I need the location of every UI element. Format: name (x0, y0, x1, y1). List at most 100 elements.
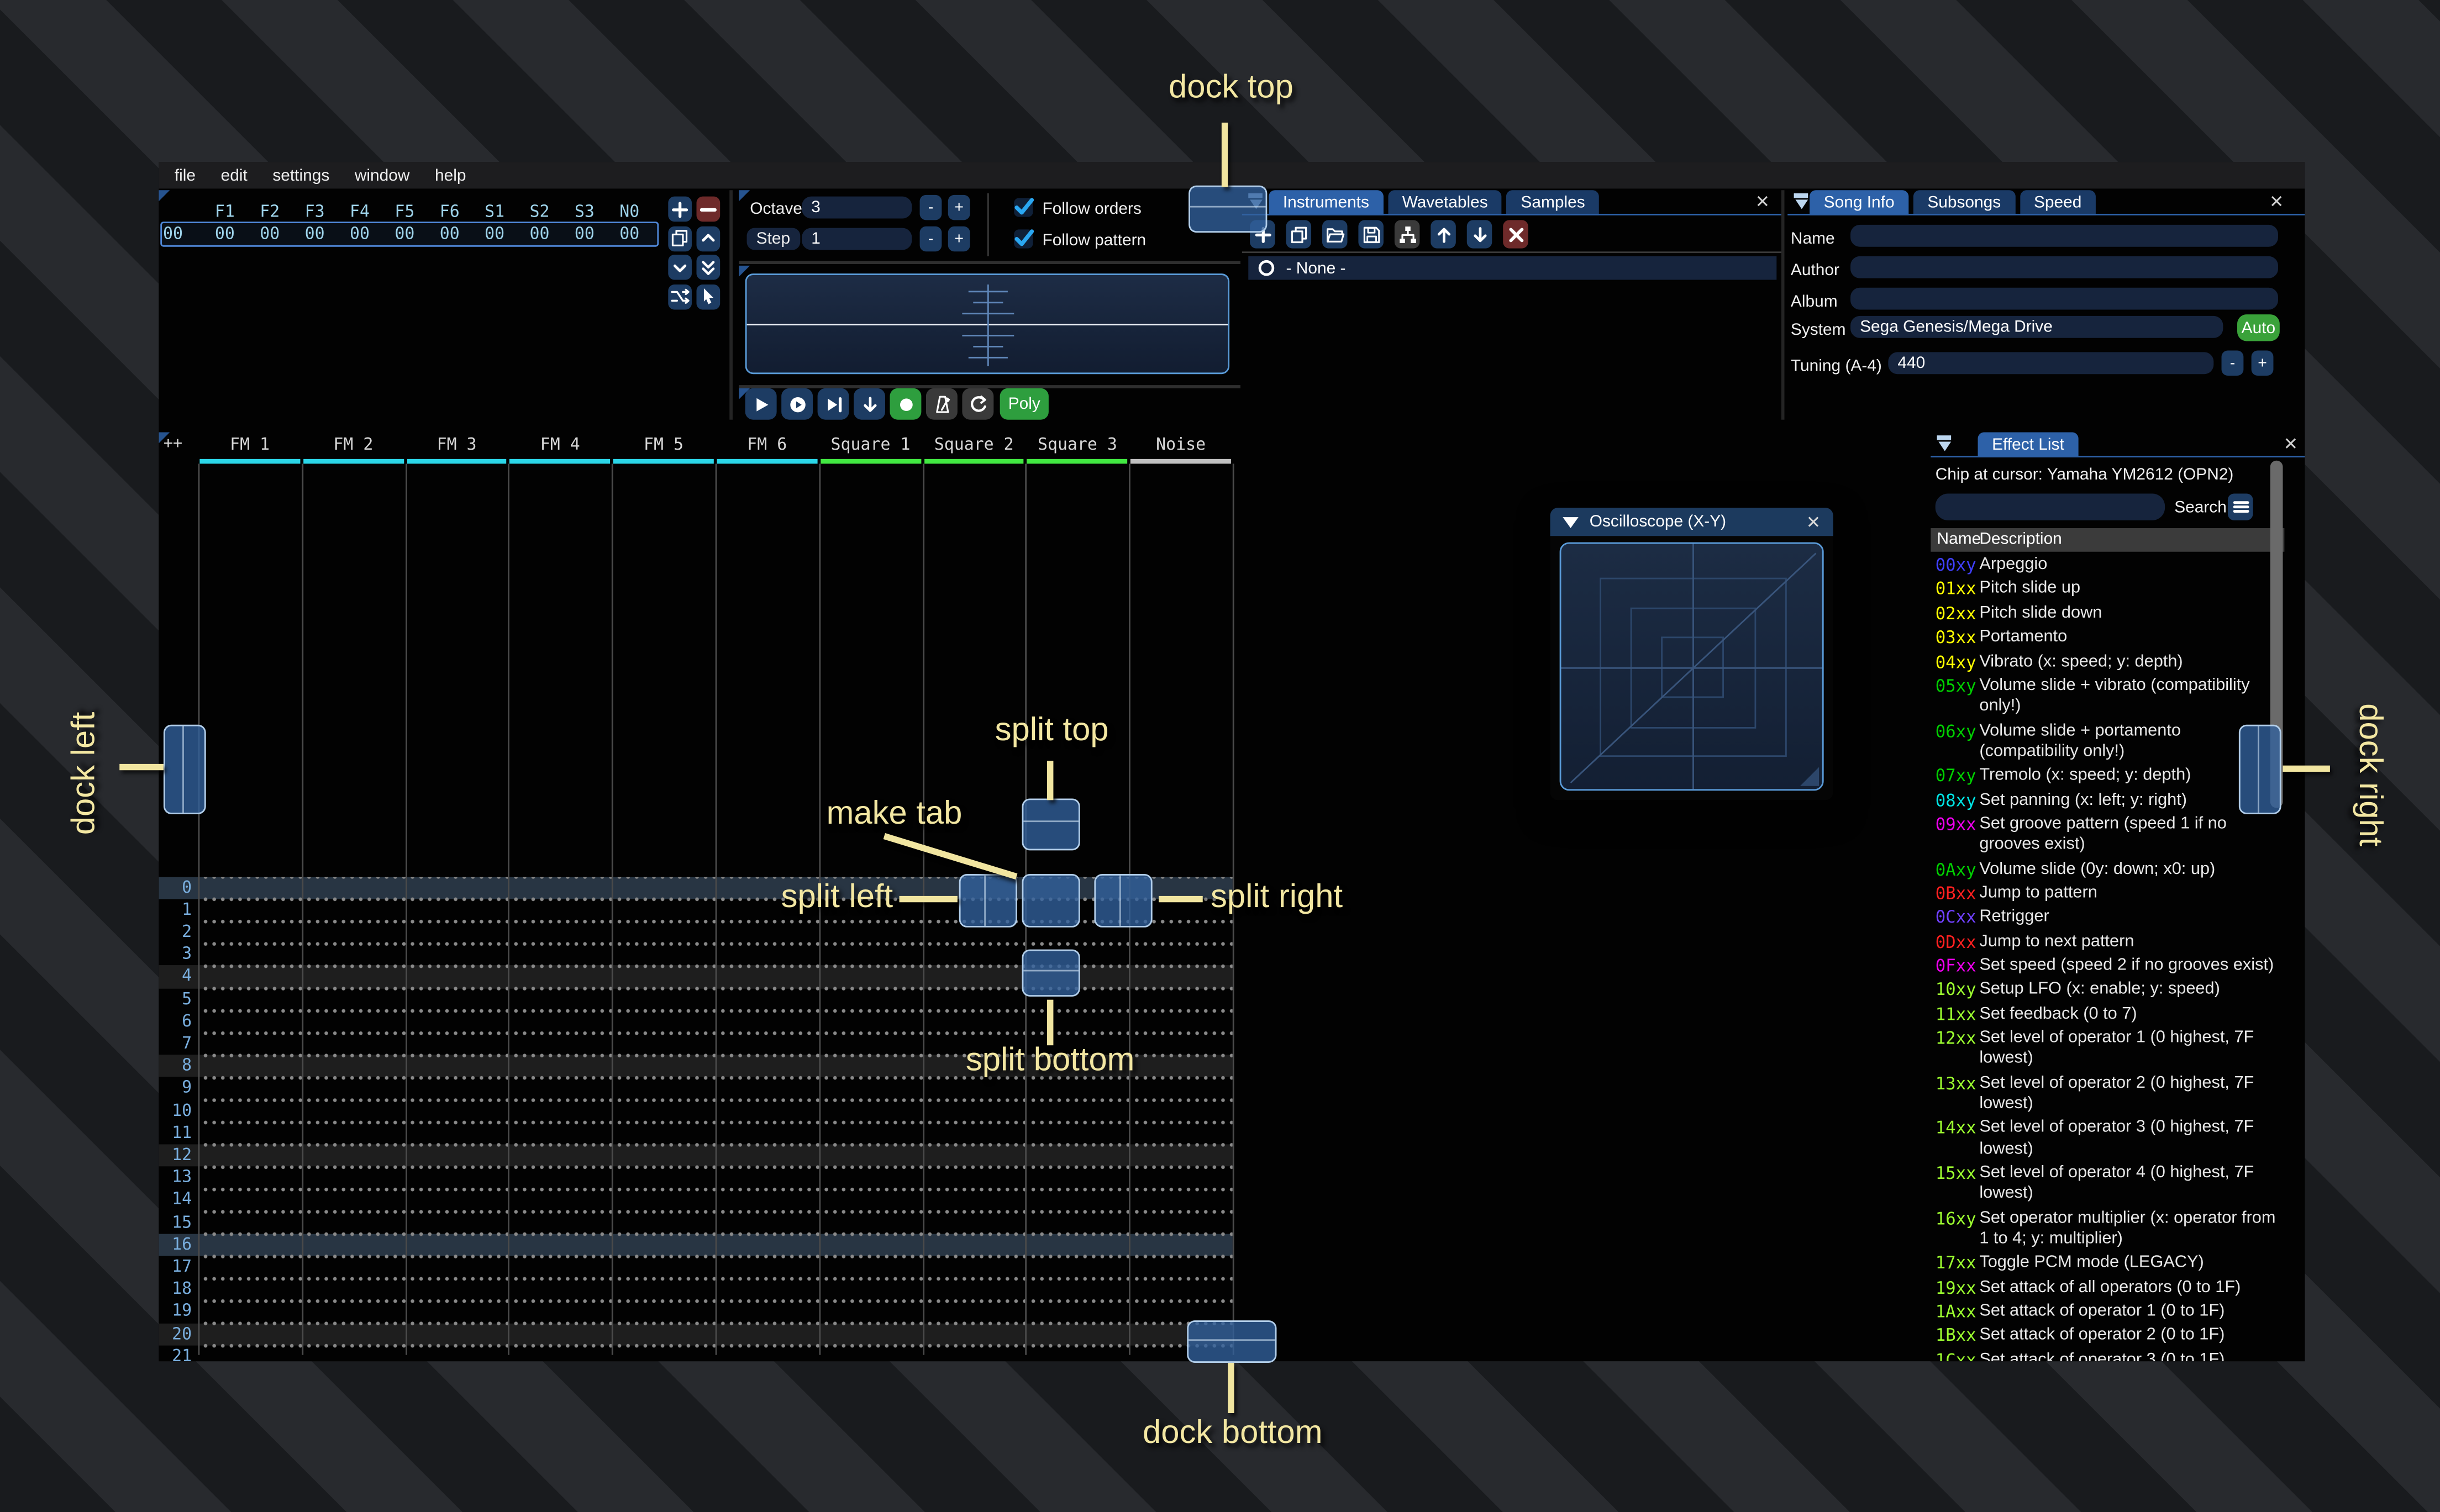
effect-list-menu-button[interactable] (2227, 493, 2253, 520)
play-button[interactable] (745, 388, 777, 420)
oscilloscope-xy-titlebar[interactable]: Oscilloscope (X-Y) ✕ (1550, 508, 1833, 536)
order-channel-header[interactable]: F1 (203, 203, 247, 222)
repeat-pattern-button[interactable] (962, 388, 994, 420)
effect-search-input[interactable] (1935, 493, 2165, 520)
follow-orders-checkbox[interactable] (1014, 198, 1034, 217)
order-channel-header[interactable]: F6 (428, 203, 472, 222)
order-channel-header[interactable]: F5 (383, 203, 427, 222)
tab-song-info[interactable]: Song Info (1810, 190, 1909, 215)
dock-top-target[interactable] (1189, 185, 1268, 233)
order-channel-header[interactable]: F3 (293, 203, 337, 222)
menu-item-file[interactable]: file (175, 166, 196, 185)
tuning-input[interactable]: 440 (1888, 352, 2214, 375)
make-tab-target[interactable] (1022, 874, 1080, 928)
oscilloscope-xy-window[interactable]: Oscilloscope (X-Y) ✕ (1550, 508, 1833, 800)
channel-separator[interactable] (612, 463, 614, 1355)
order-cell[interactable]: 00 (383, 225, 427, 244)
tab-instruments[interactable]: Instruments (1269, 190, 1384, 215)
tuning-plus-button[interactable]: + (2251, 350, 2274, 376)
effect-row[interactable]: 12xx Set level of operator 1 (0 highest, … (1931, 1029, 2283, 1070)
dock-left-target[interactable] (163, 724, 206, 814)
instrument-clone-button[interactable] (1286, 220, 1312, 249)
instrument-down-button[interactable] (1466, 220, 1492, 249)
effect-row[interactable]: 17xx Toggle PCM mode (LEGACY) (1931, 1253, 2283, 1274)
channel-separator[interactable] (301, 463, 303, 1355)
order-cell[interactable]: 00 (203, 225, 247, 244)
close-icon[interactable]: ✕ (2267, 193, 2286, 212)
tab-wavetables[interactable]: Wavetables (1388, 190, 1502, 215)
step-input[interactable]: 1 (802, 228, 912, 250)
effect-row[interactable]: 14xx Set level of operator 3 (0 highest, … (1931, 1118, 2283, 1160)
effect-row[interactable]: 13xx Set level of operator 2 (0 highest, … (1931, 1073, 2283, 1115)
tuning-minus-button[interactable]: - (2221, 350, 2244, 376)
effect-row[interactable]: 11xx Set feedback (0 to 7) (1931, 1004, 2283, 1025)
orders-chev-down-button[interactable] (668, 254, 692, 280)
close-icon[interactable]: ✕ (1753, 193, 1772, 212)
octave-minus-button[interactable]: - (919, 194, 942, 220)
close-icon[interactable]: ✕ (1806, 513, 1821, 533)
effect-row[interactable]: 0Cxx Retrigger (1931, 908, 2283, 929)
effect-row[interactable]: 1Axx Set attack of operator 1 (0 to 1F) (1931, 1302, 2283, 1323)
split-top-target[interactable] (1022, 798, 1080, 851)
order-channel-header[interactable]: S1 (472, 203, 517, 222)
pattern-channel-header[interactable]: FM 3 (405, 435, 508, 456)
instrument-open-button[interactable] (1322, 220, 1348, 249)
collapse-icon[interactable] (1563, 516, 1579, 528)
order-cell[interactable]: 00 (518, 225, 562, 244)
octave-plus-button[interactable]: + (948, 194, 970, 220)
order-channel-header[interactable]: F2 (248, 203, 292, 222)
pattern-channel-header[interactable]: FM 6 (716, 435, 819, 456)
step-one-row-button[interactable] (854, 388, 885, 420)
order-cell[interactable]: 00 (607, 225, 651, 244)
effect-row[interactable]: 0Axy Volume slide (0y: down; x0: up) (1931, 859, 2283, 880)
play-one-row-button[interactable] (817, 388, 849, 420)
effect-row[interactable]: 15xx Set level of operator 4 (0 highest, … (1931, 1163, 2283, 1205)
orders-pointer-button[interactable] (696, 283, 721, 309)
effect-row[interactable]: 03xx Portamento (1931, 628, 2283, 649)
step-minus-button[interactable]: - (919, 226, 942, 252)
orders-clone-button[interactable] (668, 225, 692, 251)
instrument-up-button[interactable] (1431, 220, 1456, 249)
order-channel-header[interactable]: F4 (338, 203, 382, 222)
pattern-channel-header[interactable]: Square 2 (922, 435, 1026, 456)
effect-row[interactable]: 01xx Pitch slide up (1931, 579, 2283, 600)
record-button[interactable] (890, 388, 922, 420)
pattern-channel-header[interactable]: FM 2 (302, 435, 405, 456)
order-cell[interactable]: 00 (338, 225, 382, 244)
order-cell[interactable]: 00 (248, 225, 292, 244)
effect-row[interactable]: 19xx Set attack of all operators (0 to 1F… (1931, 1277, 2283, 1298)
field-input-author[interactable] (1850, 256, 2278, 278)
effect-row[interactable]: 0Bxx Jump to pattern (1931, 883, 2283, 904)
panel-menu-icon[interactable] (1791, 193, 1811, 214)
poly-toggle-button[interactable]: Poly (1000, 388, 1049, 420)
effect-row[interactable]: 00xy Arpeggio (1931, 555, 2283, 576)
menu-item-edit[interactable]: edit (221, 166, 248, 185)
menu-item-window[interactable]: window (355, 166, 410, 185)
dock-right-target[interactable] (2238, 724, 2281, 814)
menu-item-help[interactable]: help (435, 166, 466, 185)
orders-chev-up-button[interactable] (696, 225, 721, 251)
effect-row[interactable]: 0Fxx Set speed (speed 2 if no grooves exi… (1931, 956, 2283, 977)
effect-row[interactable]: 10xy Setup LFO (x: enable; y: speed) (1931, 980, 2283, 1001)
pattern-channel-header[interactable]: Square 1 (819, 435, 922, 456)
effect-row[interactable]: 16xy Set operator multiplier (x: operator… (1931, 1208, 2283, 1250)
effect-row[interactable]: 02xx Pitch slide down (1931, 603, 2283, 624)
orders-add-button[interactable] (668, 196, 692, 222)
play-from-beginning-button[interactable] (781, 388, 813, 420)
pattern-channel-header[interactable]: FM 1 (198, 435, 302, 456)
pattern-corner-label[interactable]: ++ (164, 435, 182, 452)
channel-separator[interactable] (404, 463, 407, 1355)
split-bottom-target[interactable] (1022, 949, 1080, 997)
field-input-name[interactable] (1850, 224, 2278, 247)
order-channel-header[interactable]: N0 (607, 203, 651, 222)
effect-row[interactable]: 1Bxx Set attack of operator 2 (0 to 1F) (1931, 1326, 2283, 1347)
channel-separator[interactable] (198, 463, 200, 1355)
order-channel-header[interactable]: S3 (562, 203, 607, 222)
effect-row[interactable]: 1Cxx Set attack of operator 3 (0 to 1F) (1931, 1350, 2283, 1362)
effect-row[interactable]: 05xy Volume slide + vibrato (compatibilit… (1931, 676, 2283, 717)
menu-item-settings[interactable]: settings (272, 166, 329, 185)
pattern-channel-header[interactable]: Square 3 (1026, 435, 1129, 456)
channel-separator[interactable] (508, 463, 511, 1355)
tab-speed[interactable]: Speed (2020, 190, 2096, 215)
instrument-delete-button[interactable] (1503, 220, 1528, 249)
